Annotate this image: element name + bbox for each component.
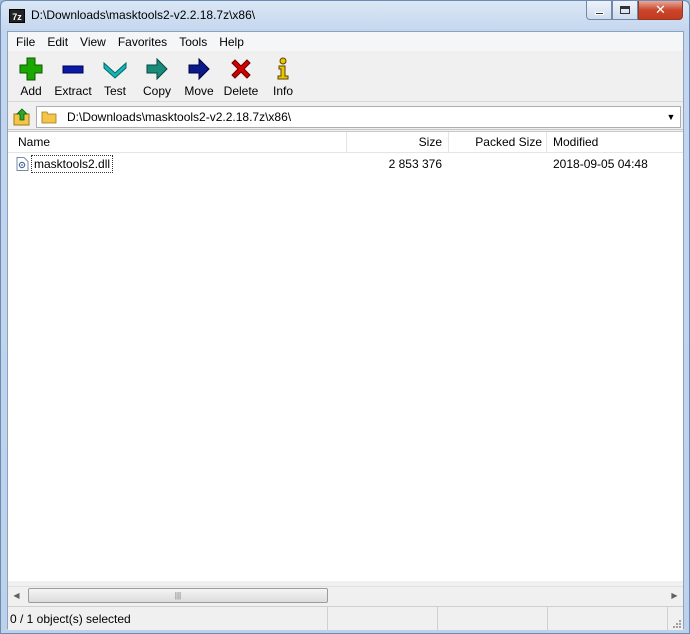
resize-grip-icon[interactable]	[670, 617, 682, 629]
menu-view[interactable]: View	[74, 35, 112, 49]
column-header-size[interactable]: Size	[346, 132, 442, 153]
plus-icon	[17, 55, 45, 83]
file-name: masktools2.dll	[31, 155, 114, 173]
column-header-name[interactable]: Name	[18, 132, 50, 153]
move-label: Move	[184, 84, 214, 98]
file-packed-size	[448, 154, 542, 174]
column-header-packed-size[interactable]: Packed Size	[448, 132, 542, 153]
path-combobox[interactable]: D:\Downloads\masktools2-v2.2.18.7z\x86\ …	[36, 106, 681, 128]
check-chevron-icon	[101, 55, 129, 83]
scroll-right-arrow[interactable]: ▶	[666, 587, 683, 604]
menu-bar: File Edit View Favorites Tools Help	[8, 32, 683, 51]
file-modified: 2018-09-05 04:48	[553, 157, 648, 171]
add-button[interactable]: Add	[10, 52, 52, 102]
list-header: Name Size Packed Size Modified	[8, 132, 683, 153]
test-button[interactable]: Test	[94, 52, 136, 102]
scroll-left-arrow[interactable]: ◀	[8, 587, 25, 604]
minimize-icon	[594, 11, 604, 15]
address-bar: D:\Downloads\masktools2-v2.2.18.7z\x86\ …	[8, 104, 683, 130]
info-icon	[269, 55, 297, 83]
status-selection: 0 / 1 object(s) selected	[8, 607, 328, 631]
file-list[interactable]: Name Size Packed Size Modified masktools…	[8, 131, 683, 581]
copy-label: Copy	[142, 84, 171, 98]
info-label: Info	[272, 84, 293, 98]
status-cell-packed	[438, 607, 548, 631]
app-window: 7z D:\Downloads\masktools2-v2.2.18.7z\x8…	[0, 0, 690, 634]
test-label: Test	[103, 84, 126, 98]
add-label: Add	[20, 84, 42, 98]
horizontal-scrollbar[interactable]: ◀ ||| ▶	[8, 586, 683, 603]
chevron-down-icon[interactable]: ▼	[664, 110, 678, 124]
column-divider[interactable]	[546, 132, 547, 153]
app-icon: 7z	[9, 9, 25, 23]
scroll-thumb[interactable]: |||	[28, 588, 328, 603]
delete-x-icon	[227, 55, 255, 83]
status-cell-size	[328, 607, 438, 631]
extract-button[interactable]: Extract	[52, 52, 94, 102]
title-bar[interactable]: 7z D:\Downloads\masktools2-v2.2.18.7z\x8…	[1, 1, 689, 31]
menu-tools[interactable]: Tools	[173, 35, 213, 49]
menu-favorites[interactable]: Favorites	[112, 35, 173, 49]
caption-buttons: ✕	[586, 1, 683, 21]
window-title: D:\Downloads\masktools2-v2.2.18.7z\x86\	[31, 8, 256, 22]
file-size: 2 853 376	[388, 157, 442, 171]
minimize-button[interactable]	[586, 1, 612, 20]
menu-help[interactable]: Help	[213, 35, 250, 49]
menu-file[interactable]: File	[10, 35, 41, 49]
client-area: File Edit View Favorites Tools Help Add …	[7, 31, 684, 631]
minus-icon	[59, 55, 87, 83]
copy-button[interactable]: Copy	[136, 52, 178, 102]
column-header-modified[interactable]: Modified	[553, 132, 598, 153]
extract-label: Extract	[54, 84, 92, 98]
move-button[interactable]: Move	[178, 52, 220, 102]
maximize-button[interactable]	[612, 1, 638, 20]
up-folder-button[interactable]	[12, 107, 32, 127]
copy-arrow-icon	[143, 55, 171, 83]
table-row[interactable]: masktools2.dll 2 853 376 2018-09-05 04:4…	[8, 154, 683, 174]
status-cell-modified	[548, 607, 668, 631]
up-folder-icon	[13, 108, 30, 126]
toolbar: Add Extract Test Copy Move Delete Info	[8, 52, 683, 102]
folder-icon	[41, 111, 57, 124]
move-arrow-icon	[185, 55, 213, 83]
path-text: D:\Downloads\masktools2-v2.2.18.7z\x86\	[67, 110, 292, 124]
dll-file-icon	[16, 157, 29, 171]
close-button[interactable]: ✕	[638, 1, 683, 20]
info-button[interactable]: Info	[262, 52, 304, 102]
menu-edit[interactable]: Edit	[41, 35, 74, 49]
delete-button[interactable]: Delete	[220, 52, 262, 102]
maximize-icon	[620, 6, 630, 14]
delete-label: Delete	[223, 84, 259, 98]
status-bar: 0 / 1 object(s) selected	[8, 606, 683, 631]
close-icon: ✕	[655, 2, 666, 17]
